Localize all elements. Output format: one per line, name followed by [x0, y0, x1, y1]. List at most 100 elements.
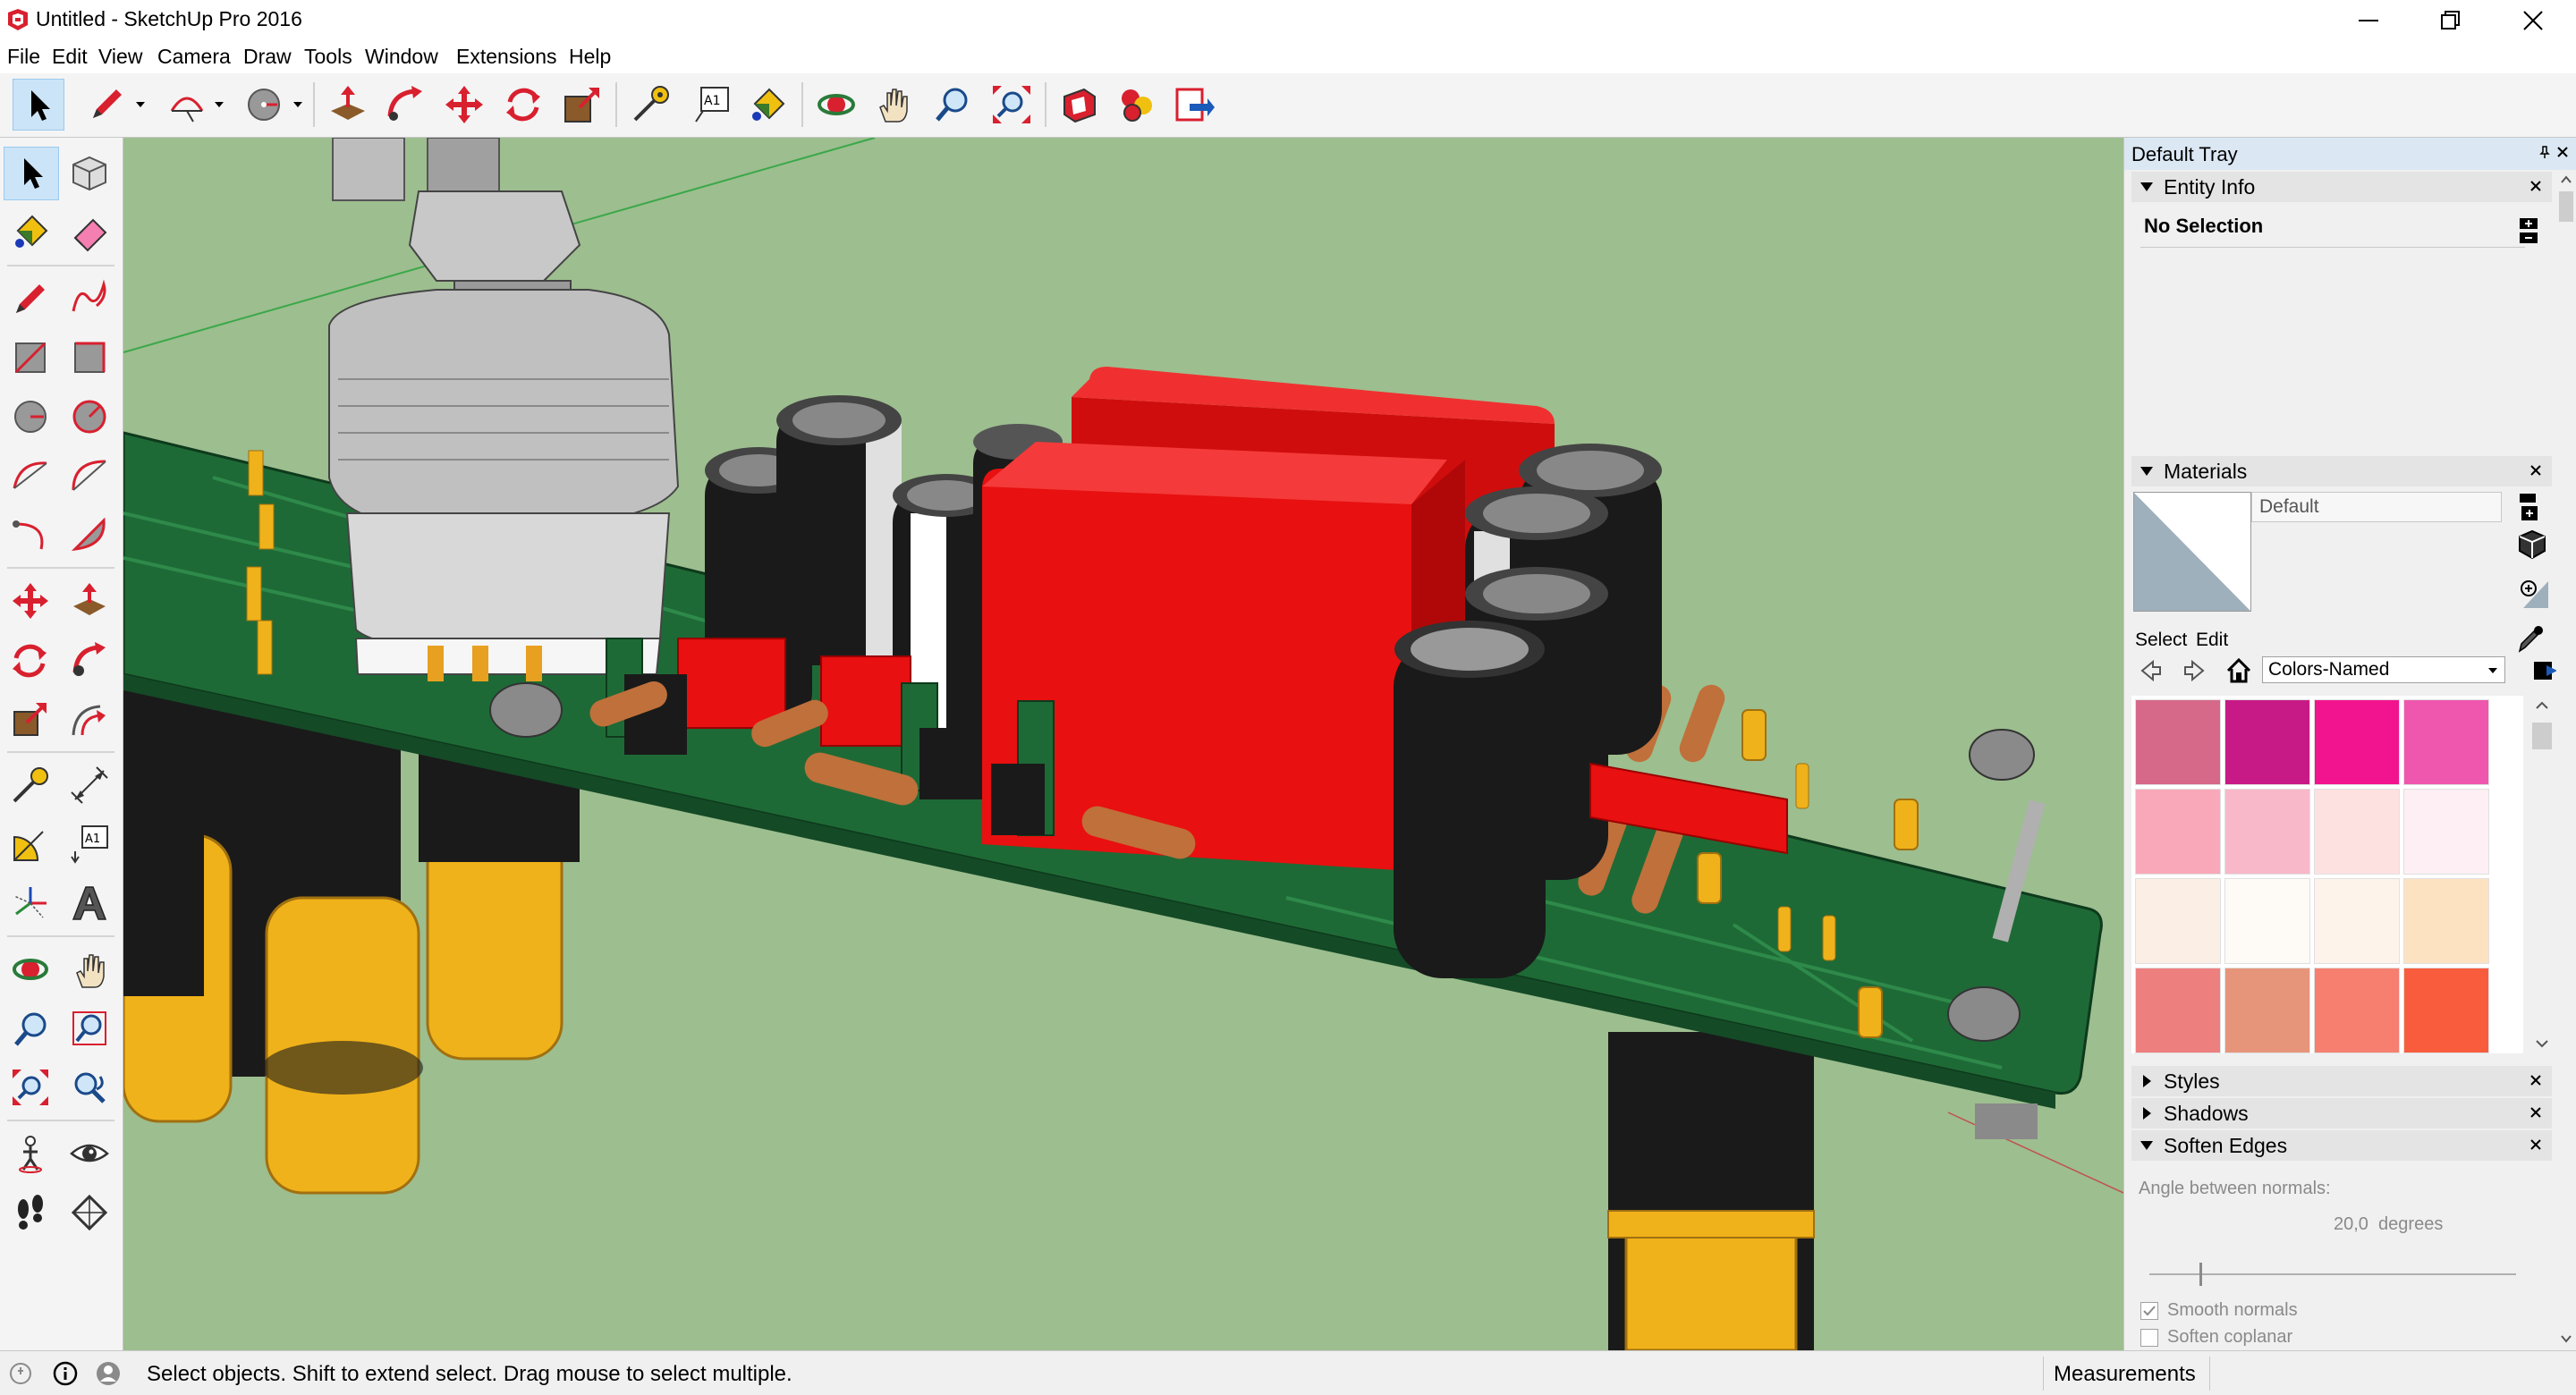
push-pull-tool-button[interactable]	[322, 79, 374, 131]
sample-paint-icon[interactable]	[2518, 576, 2550, 612]
info-icon[interactable]	[52, 1360, 79, 1387]
send-to-layout-button[interactable]	[1168, 79, 1220, 131]
material-swatch[interactable]	[2135, 789, 2221, 875]
arc-tool[interactable]	[4, 449, 59, 503]
smooth-normals-checkbox[interactable]	[2140, 1302, 2158, 1320]
paint-bucket-tool-button[interactable]	[742, 79, 794, 131]
close-icon[interactable]	[2527, 177, 2545, 195]
scroll-down-icon[interactable]	[2534, 1037, 2550, 1050]
material-swatch[interactable]	[2224, 968, 2310, 1053]
three-point-arc-tool[interactable]	[4, 508, 59, 562]
soften-coplanar-checkbox[interactable]	[2140, 1329, 2158, 1347]
menu-draw[interactable]: Draw	[243, 45, 292, 69]
material-swatch[interactable]	[2314, 968, 2400, 1053]
rectangle-tool[interactable]	[4, 331, 59, 385]
rotate-tool[interactable]	[4, 633, 59, 687]
text-tool-button[interactable]: A1	[685, 79, 737, 131]
close-button[interactable]	[2492, 0, 2574, 41]
forward-arrow-icon[interactable]	[2182, 658, 2207, 683]
geo-location-icon[interactable]	[7, 1360, 34, 1387]
follow-me-tool[interactable]	[63, 633, 118, 687]
make-component-tool[interactable]	[63, 147, 118, 200]
select-tool[interactable]	[4, 147, 59, 200]
zoom-window-tool[interactable]	[63, 1002, 118, 1055]
material-swatch[interactable]	[2314, 699, 2400, 785]
user-account-icon[interactable]	[95, 1360, 122, 1387]
tape-measure-tool-button[interactable]	[624, 79, 676, 131]
push-pull-tool[interactable]	[63, 574, 118, 628]
offset-tool[interactable]	[63, 692, 118, 746]
scroll-up-icon[interactable]	[2559, 173, 2573, 186]
sample-eyedropper-icon[interactable]	[2514, 624, 2545, 655]
3d-text-tool[interactable]	[63, 876, 118, 930]
close-icon[interactable]	[2527, 1103, 2545, 1121]
close-icon[interactable]	[2527, 1136, 2545, 1154]
line-tool[interactable]	[4, 272, 59, 326]
material-swatch[interactable]	[2135, 968, 2221, 1053]
angle-slider[interactable]	[2149, 1261, 2516, 1288]
zoom-tool[interactable]	[4, 1002, 59, 1055]
text-tool[interactable]: A1	[63, 817, 118, 871]
scroll-down-icon[interactable]	[2559, 1332, 2573, 1345]
orbit-tool-button[interactable]	[810, 79, 862, 131]
material-library-select[interactable]: Colors-Named	[2262, 656, 2505, 683]
home-icon[interactable]	[2224, 656, 2253, 685]
follow-me-tool-button[interactable]	[379, 79, 431, 131]
scale-tool[interactable]	[4, 692, 59, 746]
model-viewport[interactable]	[123, 138, 2123, 1350]
menu-camera[interactable]: Camera	[157, 45, 231, 69]
line-tool-dropdown[interactable]	[134, 91, 147, 118]
zoom-tool-button[interactable]	[927, 79, 979, 131]
material-swatch[interactable]	[2403, 878, 2489, 964]
materials-tab-select[interactable]: Select	[2135, 630, 2187, 651]
zoom-extents-tool-button[interactable]	[986, 79, 1038, 131]
menu-tools[interactable]: Tools	[304, 45, 352, 69]
eraser-tool[interactable]	[63, 206, 118, 259]
material-swatch[interactable]	[2135, 878, 2221, 964]
dimension-tool[interactable]	[63, 758, 118, 812]
extension-warehouse-button[interactable]	[1111, 79, 1163, 131]
shapes-tool-dropdown[interactable]	[292, 91, 304, 118]
3d-warehouse-button[interactable]	[1054, 79, 1106, 131]
pie-tool[interactable]	[63, 508, 118, 562]
select-tool-button[interactable]	[13, 79, 64, 131]
menu-edit[interactable]: Edit	[52, 45, 88, 69]
entity-info-header[interactable]: Entity Info	[2131, 172, 2552, 202]
tray-pin-button[interactable]	[2538, 145, 2555, 163]
paint-bucket-tool[interactable]	[4, 206, 59, 259]
freehand-tool[interactable]	[63, 272, 118, 326]
arc-tool-dropdown[interactable]	[213, 91, 225, 118]
menu-help[interactable]: Help	[569, 45, 611, 69]
axes-tool[interactable]	[4, 876, 59, 930]
position-camera-tool[interactable]	[4, 1127, 59, 1180]
menu-file[interactable]: File	[7, 45, 40, 69]
circle-tool[interactable]	[4, 390, 59, 444]
shapes-tool-button[interactable]	[238, 79, 290, 131]
material-swatch[interactable]	[2224, 699, 2310, 785]
material-name-field[interactable]: Default	[2251, 492, 2502, 522]
pan-tool[interactable]	[63, 943, 118, 996]
slider-thumb[interactable]	[2199, 1263, 2202, 1286]
scroll-thumb[interactable]	[2559, 191, 2573, 222]
arc-tool-button[interactable]	[161, 79, 213, 131]
details-arrow-icon[interactable]	[2532, 658, 2559, 683]
orbit-tool[interactable]	[4, 943, 59, 996]
menu-window[interactable]: Window	[365, 45, 438, 69]
details-toggle-icon[interactable]	[2518, 216, 2539, 245]
previous-view-tool[interactable]	[63, 1061, 118, 1114]
back-arrow-icon[interactable]	[2139, 658, 2164, 683]
two-point-arc-tool[interactable]	[63, 449, 118, 503]
move-tool-button[interactable]	[438, 79, 490, 131]
create-material-cube-icon[interactable]	[2514, 528, 2550, 563]
material-swatch[interactable]	[2403, 789, 2489, 875]
soften-edges-header[interactable]: Soften Edges	[2131, 1130, 2552, 1161]
tray-close-button[interactable]	[2555, 145, 2573, 163]
scroll-thumb[interactable]	[2532, 723, 2552, 749]
restore-button[interactable]	[2410, 0, 2492, 41]
line-tool-button[interactable]	[80, 79, 132, 131]
move-tool[interactable]	[4, 574, 59, 628]
tray-scrollbar[interactable]	[2556, 170, 2576, 1350]
minimize-button[interactable]	[2327, 0, 2410, 41]
section-plane-tool[interactable]	[63, 1186, 118, 1239]
rotated-rectangle-tool[interactable]	[63, 331, 118, 385]
